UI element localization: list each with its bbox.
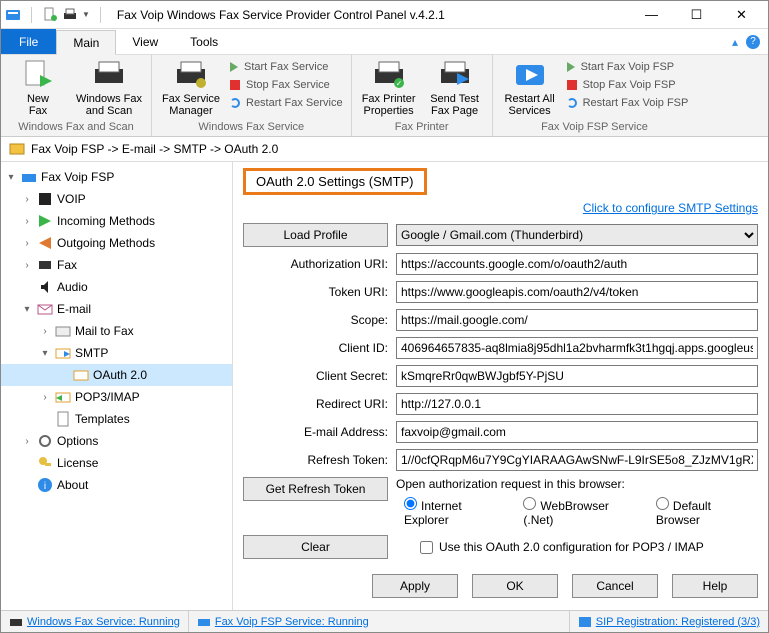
new-doc-icon[interactable]: [42, 7, 58, 23]
tree-oauth[interactable]: OAuth 2.0: [1, 364, 232, 386]
start-fax-service-button[interactable]: Start Fax Service: [228, 59, 345, 75]
load-profile-button[interactable]: Load Profile: [243, 223, 388, 247]
help-button[interactable]: Help: [672, 574, 758, 598]
about-icon: i: [37, 477, 53, 493]
app-title: Fax Voip Windows Fax Service Provider Co…: [117, 8, 445, 22]
tree-options[interactable]: ›Options: [1, 430, 232, 452]
menubar: File Main View Tools ▴ ?: [1, 29, 768, 55]
statusbar: Windows Fax Service: Running Fax Voip FS…: [1, 610, 768, 632]
restart-fax-voip-fsp-button[interactable]: Restart Fax Voip FSP: [565, 95, 691, 111]
apply-button[interactable]: Apply: [372, 574, 458, 598]
content-title: OAuth 2.0 Settings (SMTP): [243, 168, 427, 195]
close-button[interactable]: ✕: [719, 2, 764, 28]
client-id-input[interactable]: [396, 337, 758, 359]
fax-node-icon: [37, 257, 53, 273]
tree-audio[interactable]: Audio: [1, 276, 232, 298]
tree-about[interactable]: iAbout: [1, 474, 232, 496]
configure-smtp-link[interactable]: Click to configure SMTP Settings: [243, 201, 758, 215]
status-wfs[interactable]: Windows Fax Service: Running: [1, 611, 189, 632]
tab-view[interactable]: View: [116, 29, 174, 54]
email-input[interactable]: [396, 421, 758, 443]
stop-fax-service-button[interactable]: Stop Fax Service: [228, 77, 345, 93]
tree-email[interactable]: ▾E-mail: [1, 298, 232, 320]
tab-tools[interactable]: Tools: [174, 29, 234, 54]
mail-to-fax-icon: [55, 323, 71, 339]
tree-smtp[interactable]: ▾SMTP: [1, 342, 232, 364]
restart-fax-service-button[interactable]: Restart Fax Service: [228, 95, 345, 111]
maximize-button[interactable]: ☐: [674, 2, 719, 28]
minimize-button[interactable]: —: [629, 2, 674, 28]
refresh-token-input[interactable]: [396, 449, 758, 471]
app-icon: [5, 7, 21, 23]
ok-button[interactable]: OK: [472, 574, 558, 598]
printer-icon[interactable]: [62, 7, 78, 23]
tree-outgoing[interactable]: ›Outgoing Methods: [1, 232, 232, 254]
tab-main[interactable]: Main: [56, 30, 116, 55]
content-panel: OAuth 2.0 Settings (SMTP) Click to confi…: [233, 162, 768, 610]
profile-select[interactable]: Google / Gmail.com (Thunderbird): [396, 224, 758, 246]
tree-pop3[interactable]: ›POP3/IMAP: [1, 386, 232, 408]
stop-fax-voip-fsp-button[interactable]: Stop Fax Voip FSP: [565, 77, 691, 93]
audio-icon: [37, 279, 53, 295]
scope-input[interactable]: [396, 309, 758, 331]
radio-default-browser[interactable]: Default Browser: [656, 497, 758, 527]
license-icon: [37, 455, 53, 471]
fax-printer-properties-button[interactable]: ✓ Fax Printer Properties: [356, 57, 422, 119]
tree-fax[interactable]: ›Fax: [1, 254, 232, 276]
token-uri-input[interactable]: [396, 281, 758, 303]
get-refresh-token-button[interactable]: Get Refresh Token: [243, 477, 388, 501]
restart-all-services-button[interactable]: Restart All Services: [497, 57, 563, 119]
nav-tree: ▾Fax Voip FSP ›VOIP ›Incoming Methods ›O…: [1, 162, 233, 610]
oauth-icon: [73, 367, 89, 383]
incoming-icon: [37, 213, 53, 229]
tab-file[interactable]: File: [1, 29, 56, 54]
breadcrumb-icon: [9, 141, 25, 157]
breadcrumb: Fax Voip FSP -> E-mail -> SMTP -> OAuth …: [1, 137, 768, 162]
tree-mail-to-fax[interactable]: ›Mail to Fax: [1, 320, 232, 342]
help-icon[interactable]: ?: [746, 35, 760, 49]
pop3-icon: [55, 389, 71, 405]
tree-templates[interactable]: Templates: [1, 408, 232, 430]
svg-text:i: i: [44, 481, 46, 492]
redirect-uri-input[interactable]: [396, 393, 758, 415]
use-for-pop3-checkbox[interactable]: [420, 541, 433, 554]
collapse-ribbon-icon[interactable]: ▴: [732, 35, 738, 49]
auth-uri-input[interactable]: [396, 253, 758, 275]
radio-ie[interactable]: Internet Explorer: [404, 497, 509, 527]
email-icon: [37, 301, 53, 317]
templates-icon: [55, 411, 71, 427]
fax-icon: [21, 169, 37, 185]
fax-service-manager-button[interactable]: Fax Service Manager: [156, 57, 226, 119]
printer-dropdown-icon[interactable]: ▼: [82, 10, 90, 19]
outgoing-icon: [37, 235, 53, 251]
tree-incoming[interactable]: ›Incoming Methods: [1, 210, 232, 232]
ribbon: New Fax Windows Fax and Scan Windows Fax…: [1, 55, 768, 137]
radio-webbrowser[interactable]: WebBrowser (.Net): [523, 497, 641, 527]
voip-icon: [37, 191, 53, 207]
tree-voip[interactable]: ›VOIP: [1, 188, 232, 210]
status-sip[interactable]: SIP Registration: Registered (3/3): [570, 611, 768, 632]
windows-fax-scan-button[interactable]: Windows Fax and Scan: [71, 57, 147, 119]
tree-license[interactable]: License: [1, 452, 232, 474]
new-fax-button[interactable]: New Fax: [5, 57, 71, 119]
send-test-fax-page-button[interactable]: Send Test Fax Page: [422, 57, 488, 119]
svg-text:✓: ✓: [395, 79, 402, 88]
clear-button[interactable]: Clear: [243, 535, 388, 559]
tree-root[interactable]: ▾Fax Voip FSP: [1, 166, 232, 188]
client-secret-input[interactable]: [396, 365, 758, 387]
smtp-icon: [55, 345, 71, 361]
status-fsp[interactable]: Fax Voip FSP Service: Running: [189, 611, 570, 632]
start-fax-voip-fsp-button[interactable]: Start Fax Voip FSP: [565, 59, 691, 75]
options-icon: [37, 433, 53, 449]
titlebar: ▼ Fax Voip Windows Fax Service Provider …: [1, 1, 768, 29]
cancel-button[interactable]: Cancel: [572, 574, 658, 598]
